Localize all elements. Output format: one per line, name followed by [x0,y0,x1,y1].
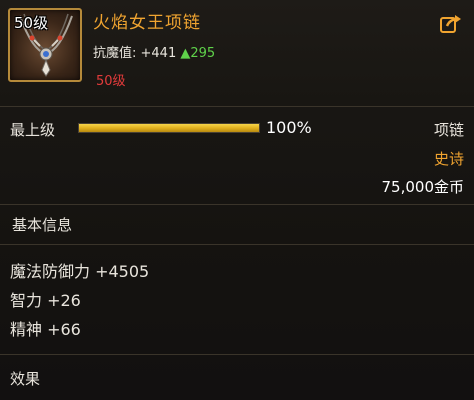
enhance-percent: 100% [266,118,312,137]
item-price: 75,000金币 [381,178,465,196]
divider [0,354,474,355]
item-icon-frame[interactable]: 50级 [8,8,82,82]
stat-up-value: 295 [190,46,216,61]
divider [0,204,474,205]
share-icon[interactable] [440,14,462,34]
attribute-spirit: 精神 +66 [10,320,81,339]
item-rarity: 史诗 [433,150,464,168]
item-name: 火焰女王项链 [93,13,201,33]
attribute-magic-defense: 魔法防御力 +4505 [10,262,150,281]
effects-title: 效果 [10,370,41,388]
item-type: 项链 [433,121,464,139]
resist-stat: 抗魔值: +441 ▲295 [93,42,215,61]
item-header: 50级 火焰女王项链 抗魔值: +441 ▲295 50级 [0,0,474,106]
attribute-intelligence: 智力 +26 [10,291,81,310]
enhance-label: 最上级 [10,121,56,139]
enhance-progress-fill [79,124,259,132]
item-level-badge: 50级 [14,14,49,32]
enhance-progress-bar [78,123,260,133]
divider [0,244,474,245]
resist-stat-label: 抗魔值: +441 [93,46,177,61]
basic-info-title: 基本信息 [12,216,73,234]
stat-up-arrow-icon: ▲ [180,46,191,61]
item-tooltip-panel: 50级 火焰女王项链 抗魔值: +441 ▲295 50级 最上级 100% 项… [0,0,474,400]
divider [0,106,474,107]
required-level: 50级 [96,74,126,89]
